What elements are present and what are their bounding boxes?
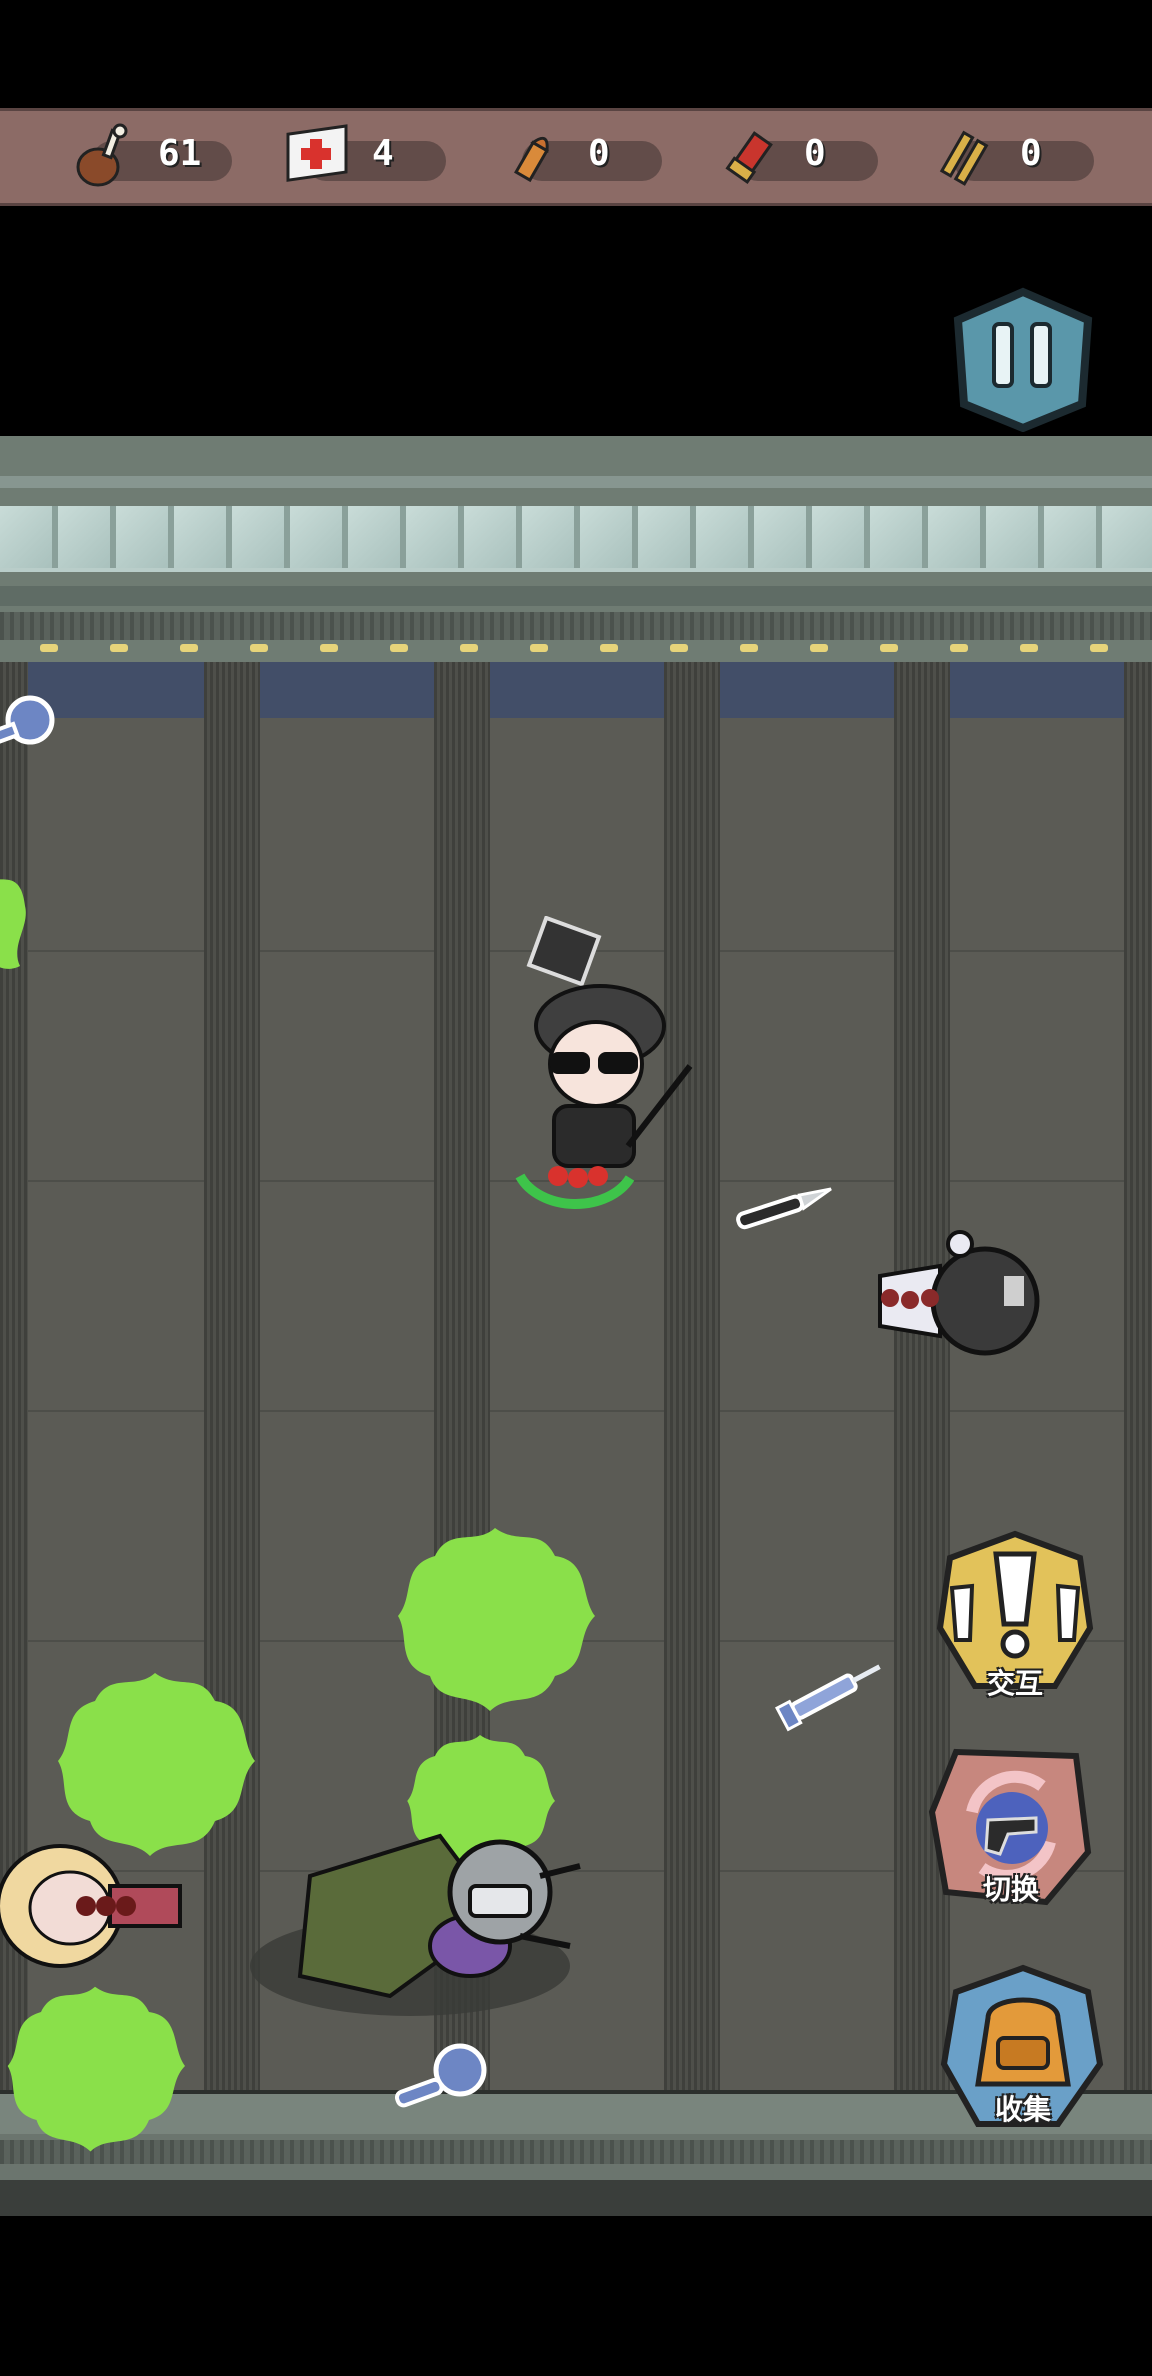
player-character[interactable] bbox=[500, 916, 720, 1216]
shotgun-shell-count: 0 bbox=[804, 133, 826, 174]
interact-label: 交互 bbox=[986, 1667, 1043, 1700]
rifle-ammo-icon bbox=[939, 130, 989, 186]
slime-splat bbox=[58, 1673, 255, 1856]
pause-button[interactable] bbox=[950, 286, 1096, 432]
switch-weapon-button[interactable]: 切换 bbox=[926, 1742, 1096, 1922]
interact-button[interactable]: 交互 bbox=[930, 1528, 1100, 1708]
switch-label: 切换 bbox=[982, 1873, 1039, 1906]
resource-shotgun-shell: 0 bbox=[704, 111, 884, 203]
medkit-icon bbox=[286, 124, 348, 182]
meat-drumstick-icon bbox=[76, 123, 128, 187]
shotgun-shell-icon bbox=[725, 131, 773, 184]
game-map[interactable] bbox=[0, 436, 1152, 2216]
resource-rifle-ammo: 0 bbox=[920, 111, 1100, 203]
pistol-ammo-icon bbox=[514, 136, 549, 183]
slime-splat bbox=[0, 879, 26, 969]
slime-splat bbox=[398, 1528, 595, 1711]
slime-splat bbox=[7, 1986, 186, 2152]
collect-button[interactable]: 收集 bbox=[938, 1964, 1108, 2144]
food-count: 61 bbox=[158, 133, 202, 174]
pause-icon bbox=[992, 322, 1014, 388]
knife-pickup[interactable] bbox=[730, 1176, 840, 1236]
syringe-pickup[interactable] bbox=[768, 1652, 898, 1732]
dead-boss-zombie[interactable] bbox=[240, 1796, 620, 2036]
flask-pickup[interactable] bbox=[0, 686, 62, 758]
collect-label: 收集 bbox=[994, 2093, 1051, 2126]
resource-bar: 61 4 0 0 0 bbox=[0, 108, 1152, 206]
window-row bbox=[0, 506, 1152, 572]
resource-medkit: 4 bbox=[272, 111, 452, 203]
zombie-enemy[interactable] bbox=[840, 1226, 1050, 1376]
floor-shadow-band bbox=[0, 662, 1152, 718]
zombie-enemy[interactable] bbox=[0, 1836, 210, 1976]
flask-pickup[interactable] bbox=[388, 2036, 498, 2116]
pistol-ammo-count: 0 bbox=[588, 133, 610, 174]
medkit-count: 4 bbox=[372, 133, 394, 174]
floating-card bbox=[526, 916, 602, 987]
rifle-ammo-count: 0 bbox=[1020, 133, 1042, 174]
resource-pistol-ammo: 0 bbox=[488, 111, 668, 203]
resource-food: 61 bbox=[58, 111, 238, 203]
